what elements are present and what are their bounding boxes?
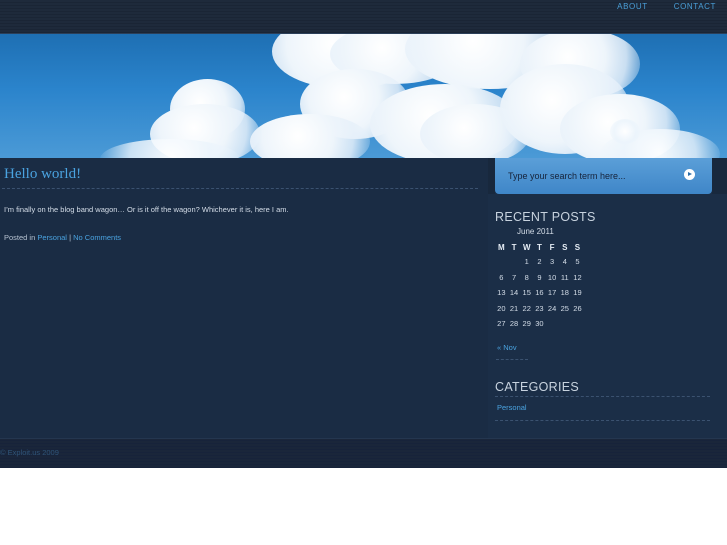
weekday-header: S (562, 242, 568, 252)
weekday-header: T (511, 242, 517, 252)
weekday-header: T (536, 242, 542, 252)
content-area (0, 158, 488, 438)
calendar-day: 21 (509, 303, 519, 313)
top-navigation-bar: ABOUT CONTACT (0, 0, 727, 34)
calendar-caption: June 2011 (517, 227, 554, 236)
footer (0, 438, 727, 468)
calendar-day: 23 (535, 303, 544, 313)
calendar-day (546, 316, 559, 332)
calendar-day: 18 (560, 288, 569, 298)
page: ABOUT CONTACT Hello world! I’m finally o… (0, 0, 727, 468)
calendar-day (495, 254, 508, 270)
calendar-day: 12 (573, 272, 582, 282)
weekday-header: W (522, 242, 531, 252)
calendar-nav-divider (496, 359, 528, 360)
post-comments-link[interactable]: No Comments (73, 233, 121, 242)
weekday-header: S (574, 242, 581, 252)
post-meta-separator: | (69, 233, 72, 242)
post-title-divider (2, 188, 478, 189)
calendar-day: 6 (499, 272, 504, 282)
calendar-day: 8 (524, 272, 529, 282)
calendar: M T W T F S S 1 2 3 4 5 6 7 8 9 10 11 12… (495, 240, 584, 332)
footer-copyright: © Exploit.us 2009 (0, 448, 59, 457)
calendar-day: 1 (524, 257, 529, 267)
calendar-day: 17 (547, 288, 557, 298)
calendar-day: 27 (497, 319, 506, 329)
calendar-day: 19 (573, 288, 582, 298)
calendar-day: 11 (560, 272, 569, 282)
calendar-day: 30 (535, 319, 544, 329)
calendar-day: 3 (550, 257, 555, 267)
calendar-day: 20 (497, 303, 506, 313)
calendar-day: 22 (522, 303, 531, 313)
calendar-day: 29 (522, 319, 531, 329)
calendar-day: 14 (509, 288, 519, 298)
calendar-prev-month-link[interactable]: « Nov (497, 343, 517, 352)
categories-heading: CATEGORIES (495, 380, 580, 394)
nav-about-link[interactable]: ABOUT (617, 2, 648, 11)
calendar-day: 2 (537, 257, 542, 267)
calendar-day: 15 (522, 288, 531, 298)
calendar-day: 4 (562, 257, 567, 267)
header-sky-banner (0, 34, 727, 158)
post-meta: Posted in Personal | No Comments (4, 233, 121, 242)
weekday-header: F (549, 242, 555, 252)
calendar-day: 10 (547, 272, 557, 282)
weekday-header: M (498, 242, 505, 252)
calendar-day (508, 254, 521, 270)
recent-posts-heading: RECENT POSTS (495, 210, 596, 224)
calendar-day: 28 (509, 319, 519, 329)
calendar-day: 25 (560, 303, 569, 313)
main-nav: ABOUT CONTACT (617, 2, 716, 11)
search-input[interactable] (508, 166, 668, 186)
calendar-day: 24 (547, 303, 557, 313)
calendar-day: 26 (573, 303, 582, 313)
calendar-day: 5 (575, 257, 580, 267)
nav-contact-link[interactable]: CONTACT (674, 2, 716, 11)
calendar-day: 16 (535, 288, 544, 298)
calendar-day: 13 (497, 288, 506, 298)
post-meta-label: Posted in (4, 233, 36, 242)
search-tab-right (712, 158, 727, 194)
categories-divider-top (495, 396, 710, 397)
post-body-text: I’m finally on the blog band wagon… Or i… (4, 205, 289, 214)
post-title-link[interactable]: Hello world! (4, 166, 81, 183)
calendar-day: 9 (537, 272, 542, 282)
search-submit-icon[interactable] (684, 169, 695, 180)
post-category-link[interactable]: Personal (37, 233, 67, 242)
calendar-day (571, 316, 584, 332)
category-link-personal[interactable]: Personal (497, 403, 527, 412)
search-tab-left (488, 158, 495, 194)
calendar-day: 7 (511, 272, 517, 282)
calendar-day (558, 316, 571, 332)
categories-divider-bottom (495, 420, 710, 421)
